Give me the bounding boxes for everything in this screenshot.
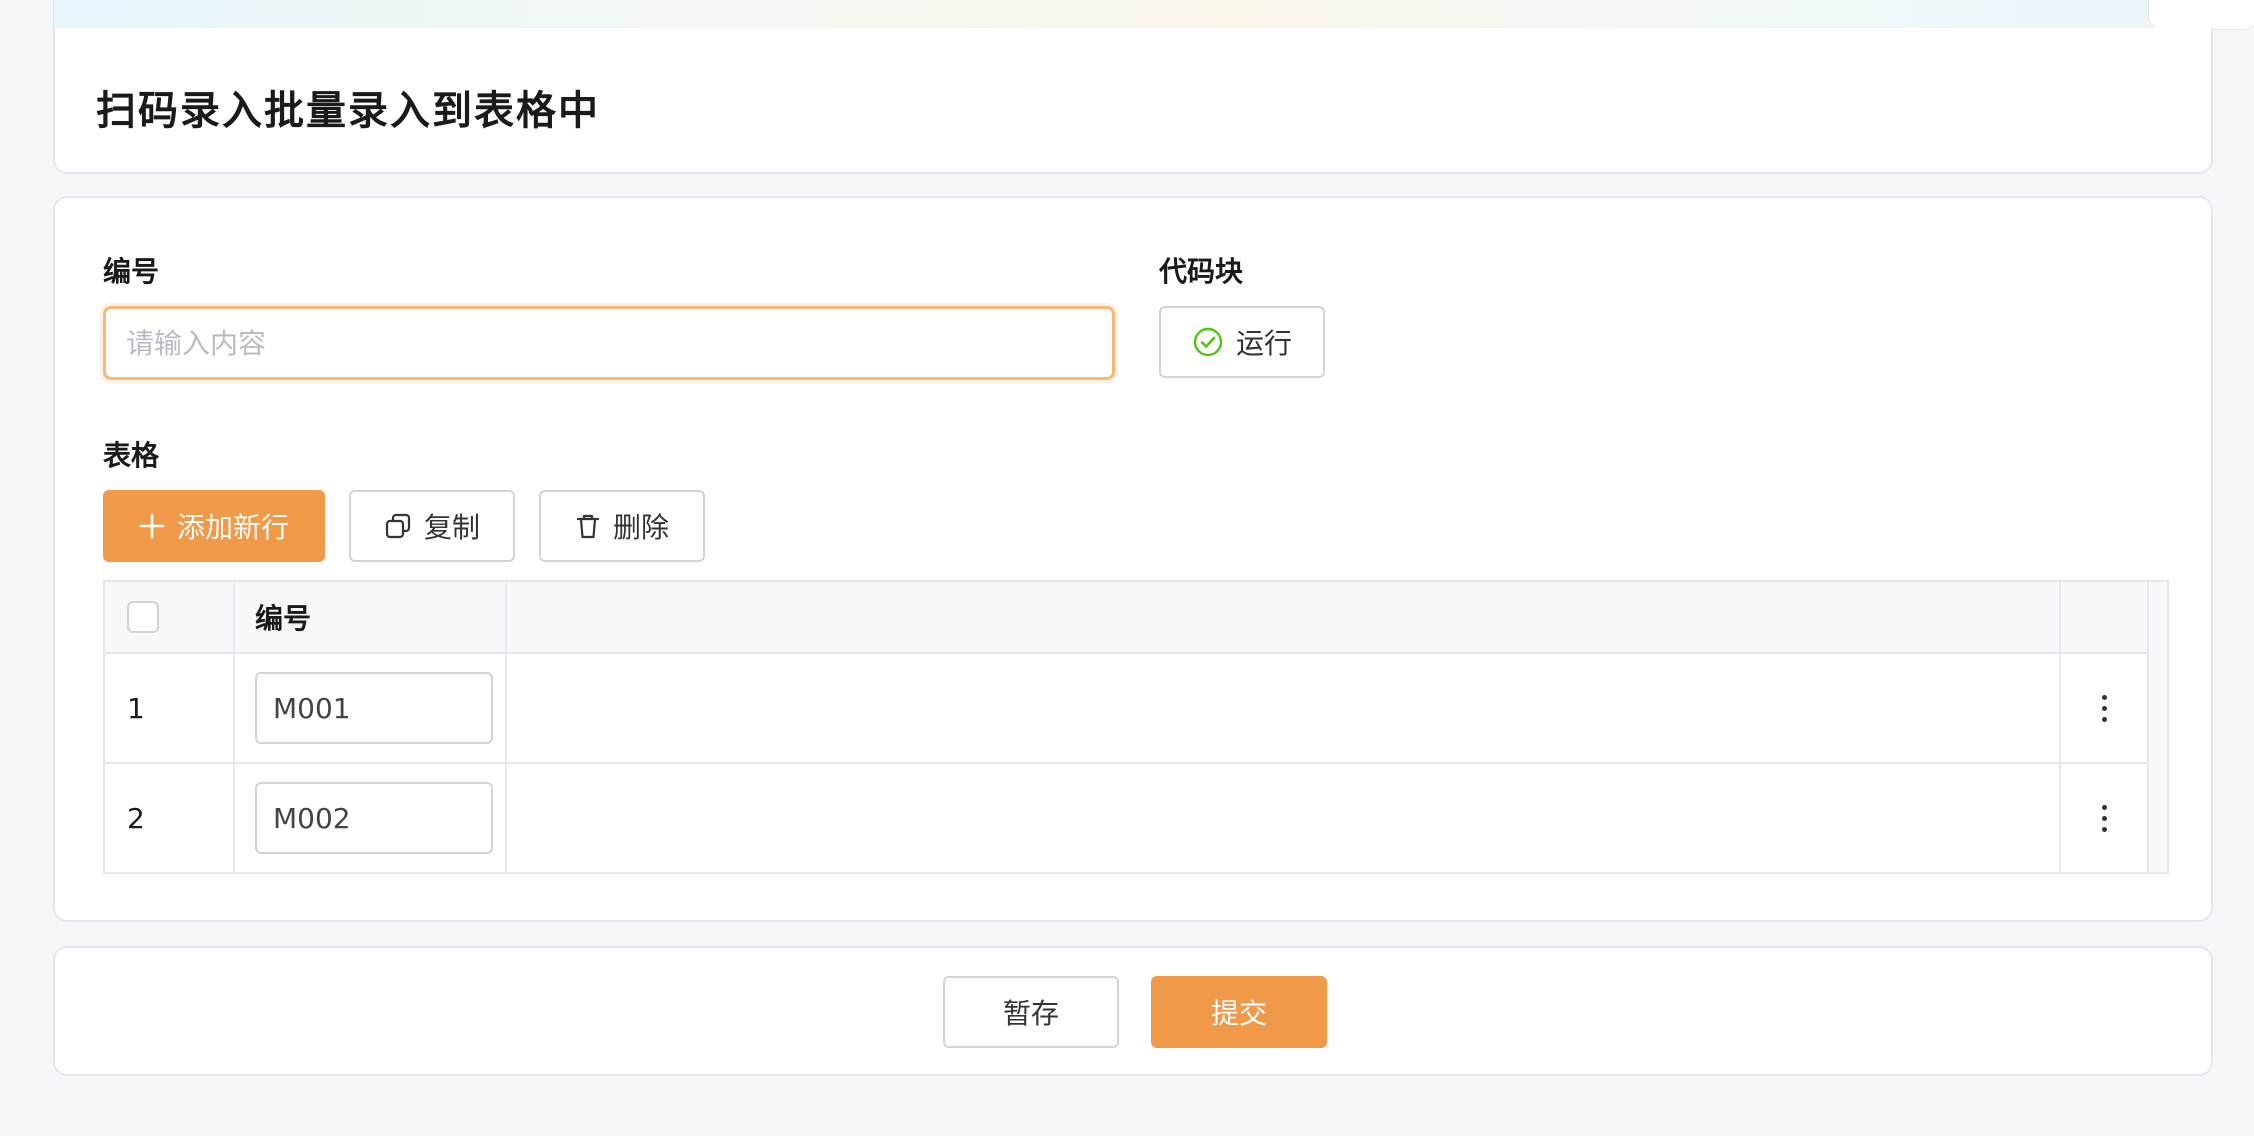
table-field-label: 表格 — [103, 439, 160, 472]
number-column-title: 编号 — [255, 602, 312, 635]
add-row-button-label: 添加新行 — [176, 511, 289, 544]
table-row: 2 — [105, 764, 2149, 874]
row-number-input[interactable] — [255, 782, 493, 854]
more-vertical-icon[interactable] — [2101, 804, 2107, 832]
row-empty-cell — [507, 654, 2061, 762]
row-number-cell — [235, 654, 507, 762]
copy-icon — [384, 512, 412, 540]
save-draft-button[interactable]: 暂存 — [943, 976, 1119, 1048]
more-vertical-icon[interactable] — [2101, 694, 2107, 722]
copy-button-label: 复制 — [423, 511, 480, 544]
actions-column-header — [2061, 582, 2149, 652]
row-index-cell: 2 — [105, 764, 235, 872]
header-gradient-strip — [53, 0, 2213, 30]
add-row-button[interactable]: 添加新行 — [103, 490, 325, 562]
row-number-input[interactable] — [255, 672, 493, 744]
copy-button[interactable]: 复制 — [349, 490, 515, 562]
row-empty-cell — [507, 764, 2061, 872]
select-all-checkbox[interactable] — [127, 601, 159, 633]
table-header-row: 编号 — [105, 582, 2149, 654]
empty-column-header — [507, 582, 2061, 652]
row-index: 1 — [127, 691, 145, 725]
number-column-header: 编号 — [235, 582, 507, 652]
select-all-cell — [105, 582, 235, 652]
run-button[interactable]: 运行 — [1159, 306, 1325, 378]
submit-button[interactable]: 提交 — [1151, 976, 1327, 1048]
row-index: 2 — [127, 801, 145, 835]
row-number-cell — [235, 764, 507, 872]
table-scroll-gutter — [2149, 582, 2167, 872]
number-field-label: 编号 — [103, 255, 160, 288]
delete-button-label: 删除 — [612, 511, 669, 544]
row-actions-cell — [2061, 764, 2149, 872]
number-input[interactable] — [103, 306, 1115, 380]
table-row: 1 — [105, 654, 2149, 764]
trash-icon — [575, 512, 601, 540]
actions-card: 暂存 提交 — [53, 946, 2213, 1076]
run-button-label: 运行 — [1235, 327, 1292, 360]
row-actions-cell — [2061, 654, 2149, 762]
delete-button[interactable]: 删除 — [539, 490, 705, 562]
form-card: 编号 代码块 运行 表格 添加新行 复制 — [53, 196, 2213, 922]
plus-icon — [139, 513, 165, 539]
check-circle-icon — [1192, 326, 1224, 358]
data-table: 编号 1 2 — [103, 580, 2169, 874]
row-index-cell: 1 — [105, 654, 235, 762]
corner-tab[interactable] — [2148, 0, 2254, 30]
page-title: 扫码录入批量录入到表格中 — [96, 88, 600, 134]
code-block-label: 代码块 — [1159, 255, 1244, 288]
title-card: 扫码录入批量录入到表格中 — [53, 28, 2213, 174]
